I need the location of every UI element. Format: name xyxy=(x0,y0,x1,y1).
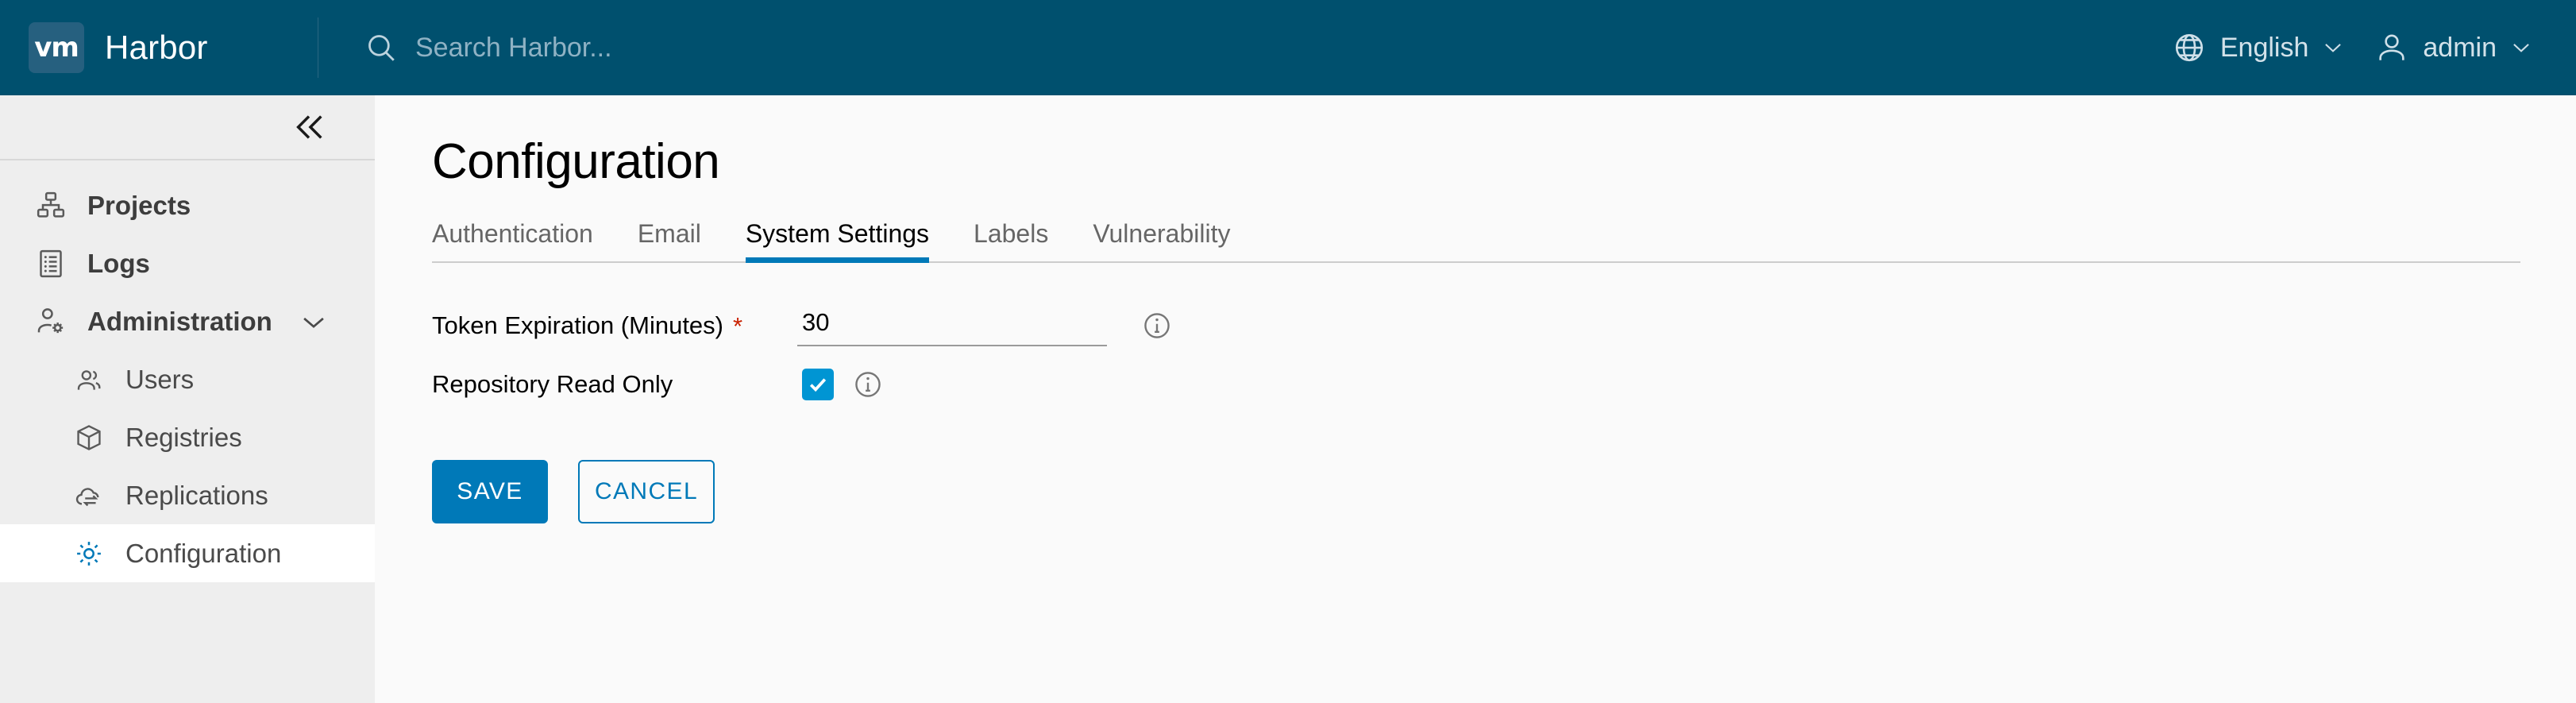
user-icon xyxy=(2375,31,2408,64)
header-actions: English admin xyxy=(2173,31,2576,64)
tab-bar: Authentication Email System Settings Lab… xyxy=(432,217,2520,263)
replications-icon xyxy=(71,478,106,513)
token-expiration-input[interactable] xyxy=(797,305,1107,346)
save-button[interactable]: SAVE xyxy=(432,460,548,523)
sidebar-item-users[interactable]: Users xyxy=(0,350,375,408)
tab-authentication[interactable]: Authentication xyxy=(432,219,593,261)
sidebar-item-label: Registries xyxy=(125,422,242,452)
token-expiration-label-wrap: Token Expiration (Minutes) * xyxy=(432,311,797,340)
search-input[interactable] xyxy=(415,32,1130,64)
app-title: Harbor xyxy=(105,29,208,66)
sidebar-item-label: Administration xyxy=(87,306,272,336)
info-circle-icon[interactable] xyxy=(853,369,883,400)
sidebar-item-administration[interactable]: Administration xyxy=(0,292,375,350)
page-title: Configuration xyxy=(432,134,720,189)
sidebar: Projects Logs Administration Users Regis… xyxy=(0,95,375,703)
repository-read-only-label: Repository Read Only xyxy=(432,370,673,398)
chevron-down-icon xyxy=(2511,41,2532,54)
repository-read-only-row: Repository Read Only xyxy=(432,355,2576,414)
users-icon xyxy=(71,362,106,397)
search-container xyxy=(364,31,2173,64)
search-icon xyxy=(364,31,398,64)
tab-email[interactable]: Email xyxy=(638,219,701,261)
tab-system-settings[interactable]: System Settings xyxy=(745,219,930,263)
vmware-logo-icon: vm xyxy=(29,22,84,73)
body-region: Projects Logs Administration Users Regis… xyxy=(0,95,2576,703)
token-expiration-label: Token Expiration (Minutes) xyxy=(432,311,723,339)
account-label: admin xyxy=(2423,32,2497,63)
double-chevron-left-icon[interactable] xyxy=(291,109,327,145)
required-marker: * xyxy=(733,311,743,340)
main-content: Configuration Authentication Email Syste… xyxy=(375,95,2576,703)
system-settings-form: Token Expiration (Minutes) * 30 Reposito… xyxy=(432,296,2576,523)
sidebar-item-label: Configuration xyxy=(125,538,282,568)
globe-icon xyxy=(2173,31,2206,64)
top-header: vm Harbor Search Harbor... English admin xyxy=(0,0,2576,95)
sidebar-item-label: Replications xyxy=(125,480,268,510)
sidebar-item-replications[interactable]: Replications xyxy=(0,466,375,524)
chevron-down-icon[interactable] xyxy=(300,314,327,330)
sidebar-item-configuration[interactable]: Configuration xyxy=(0,524,375,582)
language-label: English xyxy=(2219,32,2309,63)
cancel-button[interactable]: CANCEL xyxy=(578,460,715,523)
app-root: vm Harbor Search Harbor... English admin… xyxy=(0,0,2576,703)
vmware-logo-text: vm xyxy=(34,32,79,64)
form-actions: SAVE CANCEL xyxy=(432,460,2576,523)
sidebar-collapse-row xyxy=(0,95,375,159)
sidebar-item-label: Users xyxy=(125,364,195,394)
tab-vulnerability[interactable]: Vulnerability xyxy=(1093,219,1230,261)
language-selector[interactable]: English xyxy=(2173,31,2344,64)
repository-read-only-field-cell xyxy=(797,369,883,400)
sidebar-item-registries[interactable]: Registries xyxy=(0,408,375,466)
brand[interactable]: vm Harbor xyxy=(0,22,318,73)
registries-icon xyxy=(71,420,106,455)
sidebar-spacer xyxy=(0,582,375,703)
token-expiration-field-cell xyxy=(797,305,1172,346)
checkmark-icon xyxy=(809,378,827,392)
sidebar-nav: Projects Logs Administration Users Regis… xyxy=(0,160,375,582)
repository-read-only-label-wrap: Repository Read Only xyxy=(432,370,797,399)
chevron-down-icon xyxy=(2323,41,2343,54)
repository-read-only-checkbox[interactable] xyxy=(802,369,834,400)
sidebar-item-label: Logs xyxy=(87,248,150,278)
configuration-icon xyxy=(71,536,106,571)
account-menu[interactable]: admin xyxy=(2375,31,2532,64)
tab-labels[interactable]: Labels xyxy=(974,219,1048,261)
administration-icon xyxy=(33,304,68,339)
sidebar-item-logs[interactable]: Logs xyxy=(0,234,375,292)
projects-icon xyxy=(33,188,68,223)
logs-icon xyxy=(33,246,68,281)
token-expiration-row: Token Expiration (Minutes) * xyxy=(432,296,2576,355)
sidebar-item-label: Projects xyxy=(87,190,191,220)
info-circle-icon[interactable] xyxy=(1142,311,1172,341)
sidebar-item-projects[interactable]: Projects xyxy=(0,176,375,234)
